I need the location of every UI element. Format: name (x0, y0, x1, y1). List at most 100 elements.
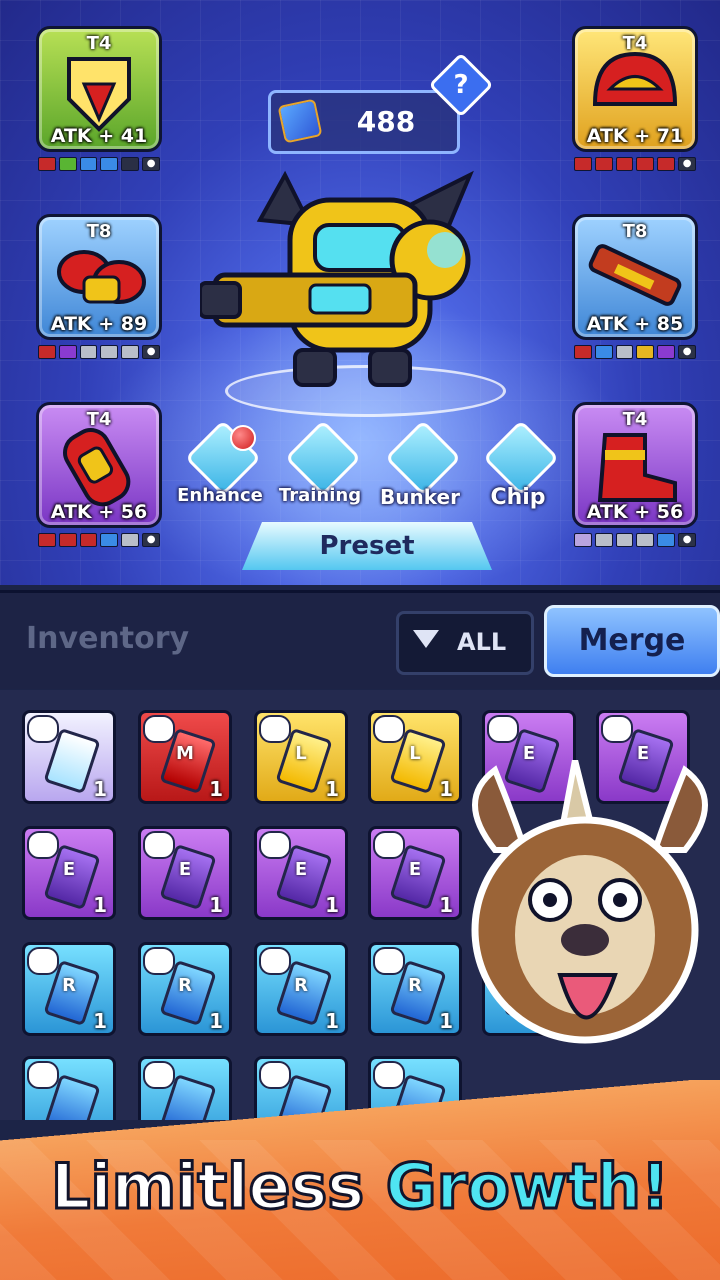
equip-slot-blaster[interactable]: T8 ATK + 85 ● (572, 214, 698, 359)
chip-count: 1 (209, 1009, 223, 1033)
enhance-button[interactable]: Enhance (174, 419, 266, 515)
inventory-chip-slot[interactable]: 1 (22, 710, 116, 804)
slot-tier: T4 (86, 33, 112, 54)
equip-slot-helmet[interactable]: T4 ATK + 71 ● (572, 26, 698, 171)
equip-slot-boots[interactable]: T4 ATK + 56 ● (572, 402, 698, 547)
chip-count: 1 (439, 1009, 453, 1033)
chip-type-icon (259, 715, 291, 743)
currency-value: 488 (356, 105, 416, 138)
gem-socket (636, 157, 655, 171)
chip-type-icon (487, 715, 519, 743)
inventory-chip-slot[interactable]: M1 (138, 710, 232, 804)
slot-tier: T4 (622, 33, 648, 54)
inventory-title: Inventory (26, 621, 190, 656)
inventory-chip-slot[interactable]: R1 (368, 942, 462, 1036)
chip-grade-letter: R (408, 975, 422, 996)
filter-label: ALL (457, 628, 507, 656)
chip-grade-letter: E (62, 859, 76, 880)
gem-socket (615, 345, 634, 359)
equip-slot-chest[interactable]: T4 ATK + 41 ● (36, 26, 162, 171)
lock-icon: ● (142, 345, 160, 359)
filter-button[interactable]: ALL (396, 611, 534, 675)
chip-grade-letter: R (62, 975, 76, 996)
chip-grade-letter: M (176, 743, 194, 764)
slot-card: T8 ATK + 85 (572, 214, 698, 340)
lock-icon: ● (678, 345, 696, 359)
gem-socket (38, 533, 56, 547)
inventory-chip-slot[interactable]: L1 (368, 710, 462, 804)
gem-socket (657, 533, 676, 547)
gem-socket (38, 157, 56, 171)
bunker-button[interactable]: Bunker (374, 419, 466, 515)
inventory-chip-slot[interactable]: E1 (22, 826, 116, 920)
merge-button[interactable]: Merge (544, 605, 720, 677)
slot-tier: T8 (622, 221, 648, 242)
chip-count: 1 (209, 777, 223, 801)
gem-socket (657, 157, 676, 171)
equipment-scene: 488 ? T4 ATK + 41 ● T8 ATK + 89 ● T4 ATK… (0, 0, 720, 585)
robot-hero-character[interactable] (200, 165, 490, 395)
training-button[interactable]: Training (274, 419, 366, 515)
chip-button[interactable]: Chip (472, 419, 564, 515)
chip-count: 1 (439, 777, 453, 801)
inventory-chip-slot[interactable]: E1 (254, 826, 348, 920)
inventory-chip-slot[interactable]: L1 (254, 710, 348, 804)
gem-socket (574, 533, 592, 547)
gem-sockets: ● (572, 533, 696, 547)
gem-socket (121, 157, 140, 171)
currency-display: 488 (268, 90, 460, 154)
gem-socket (594, 345, 613, 359)
gem-socket (121, 533, 140, 547)
chip-count: 1 (93, 1009, 107, 1033)
question-mark-icon: ? (453, 70, 469, 100)
gem-sockets: ● (36, 345, 160, 359)
lock-icon: ● (678, 157, 696, 171)
slot-card: T4 ATK + 71 (572, 26, 698, 152)
equip-slot-arm-cannon[interactable]: T4 ATK + 56 ● (36, 402, 162, 547)
lock-icon: ● (142, 533, 160, 547)
gem-sockets: ● (36, 157, 160, 171)
chip-type-icon (143, 831, 175, 859)
gem-socket (594, 157, 613, 171)
gem-socket (574, 157, 592, 171)
slot-tier: T4 (86, 409, 112, 430)
gem-socket (58, 345, 77, 359)
gem-socket (38, 345, 56, 359)
inventory-chip-slot[interactable]: R1 (22, 942, 116, 1036)
chip-type-icon (259, 831, 291, 859)
preset-button[interactable]: Preset (242, 522, 492, 570)
chip-count: 1 (93, 893, 107, 917)
mascot-creature (471, 760, 708, 1044)
slot-card: T4 ATK + 56 (572, 402, 698, 528)
equip-slot-gauntlet[interactable]: T8 ATK + 89 ● (36, 214, 162, 359)
inventory-chip-slot[interactable]: R1 (138, 942, 232, 1036)
inventory-chip-slot[interactable]: E1 (368, 826, 462, 920)
gem-socket (79, 345, 98, 359)
inventory-chip-slot[interactable]: R1 (254, 942, 348, 1036)
gem-socket (574, 345, 592, 359)
chip-count: 1 (325, 893, 339, 917)
chip-type-icon (27, 947, 59, 975)
chip-type-icon (601, 715, 633, 743)
chip-type-icon (259, 947, 291, 975)
slot-card: T4 ATK + 41 (36, 26, 162, 152)
chip-type-icon (143, 947, 175, 975)
blue-ticket-icon (277, 98, 323, 144)
slot-attack: ATK + 89 (50, 313, 148, 335)
gem-socket (100, 157, 119, 171)
gem-socket (121, 345, 140, 359)
chip-grade-letter: R (294, 975, 308, 996)
chip-type-icon (373, 715, 405, 743)
chip-count: 1 (439, 893, 453, 917)
chip-grade-letter: E (178, 859, 192, 880)
gem-socket (594, 533, 613, 547)
tagline-growth: Growth! (384, 1149, 670, 1225)
funnel-icon (413, 630, 439, 648)
bunker-label: Bunker (380, 485, 460, 509)
gem-socket (636, 345, 655, 359)
inventory-chip-slot[interactable]: E1 (138, 826, 232, 920)
gem-socket (79, 533, 98, 547)
gem-socket (100, 345, 119, 359)
lock-icon: ● (142, 157, 160, 171)
slot-attack: ATK + 85 (586, 313, 684, 335)
